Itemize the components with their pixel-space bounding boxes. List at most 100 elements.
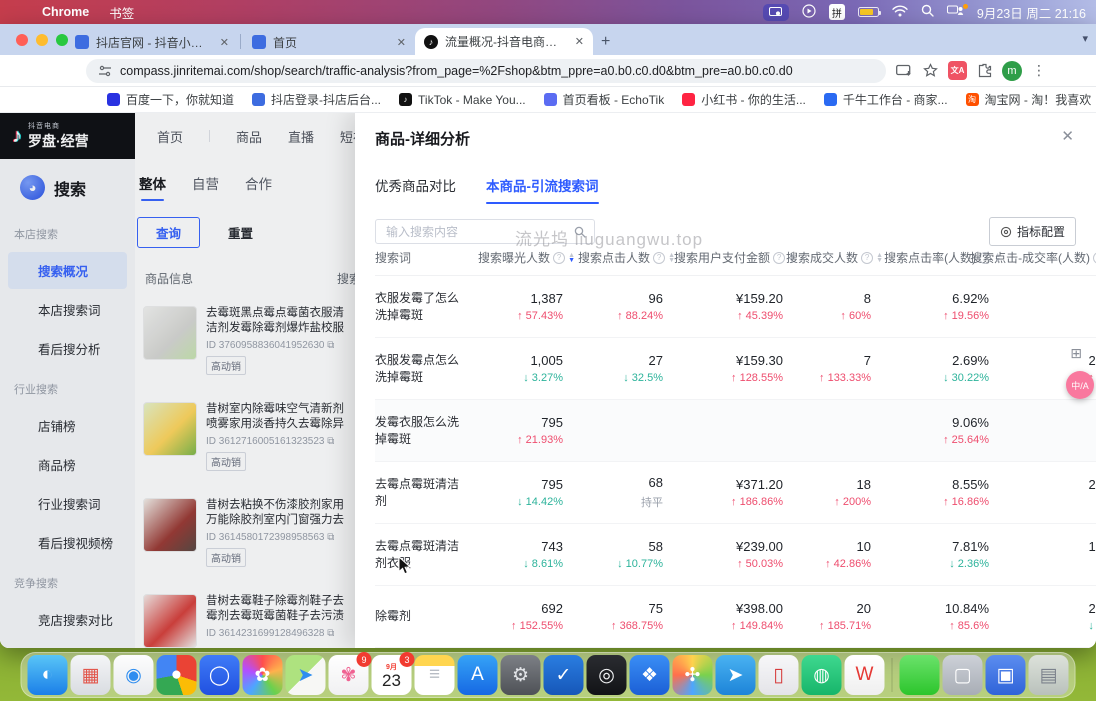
browser-tab[interactable]: ♪ 流量概况-抖音电商罗盘 ✕ [415, 28, 593, 55]
dock-icon-finder[interactable]: ◐ [27, 655, 68, 695]
copy-icon[interactable]: ⧉ [327, 340, 334, 351]
dock-icon-chrome[interactable]: ● [156, 655, 197, 695]
scope-tab-合作[interactable]: 合作 [245, 173, 272, 201]
sidebar-item-行业搜索词[interactable]: 行业搜索词 [8, 485, 127, 522]
dock-icon-quark-browser[interactable]: ◯ [199, 655, 240, 695]
tab-close-icon[interactable]: ✕ [575, 35, 584, 48]
input-method-badge[interactable]: 拼 [828, 4, 845, 20]
floating-translate-button[interactable]: 中/A [1066, 371, 1094, 399]
bookmark-首页看板[interactable]: 首页看板 - EchoTik [537, 89, 672, 110]
tab-close-icon[interactable]: ✕ [397, 36, 406, 49]
sort-icons[interactable]: ▲ ▼ [876, 252, 883, 264]
app-nav-直播[interactable]: 直播 [288, 127, 314, 146]
table-row[interactable]: 衣服发霉点怎么洗掉霉斑 1,005 ↓ 3.27% 27 ↓ 32.5% ¥159.30 ↑… [375, 338, 1096, 400]
column-header-搜索曝光人数[interactable]: 搜索曝光人数? ▲ ▼ [470, 249, 575, 266]
dock-icon-gray-window-app[interactable]: ▢ [942, 655, 983, 695]
site-settings-icon[interactable] [98, 65, 112, 77]
new-tab-button[interactable]: + [601, 33, 610, 51]
app-nav-首页[interactable]: 首页 [157, 127, 183, 146]
query-button[interactable]: 查询 [137, 217, 201, 248]
menu-item-书签[interactable]: 书签 [99, 0, 169, 24]
help-icon[interactable]: ? [653, 251, 666, 264]
dock-icon-360-browser[interactable]: ✿ [242, 655, 283, 695]
translate-extension-icon[interactable]: 文A [948, 61, 967, 80]
help-icon[interactable]: ? [773, 251, 786, 264]
help-icon[interactable]: ? [861, 251, 874, 264]
minimize-window-button[interactable] [36, 34, 48, 46]
close-window-button[interactable] [16, 34, 28, 46]
column-header-搜索点击-成交率(人数)[interactable]: 搜索点击-成交率(人数)?▲▼ [970, 249, 1096, 266]
modal-close-icon[interactable]: ✕ [1061, 127, 1074, 145]
table-row[interactable]: 去霉点霉斑清洁剂 795 ↓ 14.42% 68 持平 ¥371.20 ↑ 186.86% 1… [375, 462, 1096, 524]
keyword-search-input[interactable] [384, 223, 568, 240]
product-list-item[interactable]: 昔树室内除霉味空气清新剂喷雾家用淡香持久去霉除异味去味... ID 3612716… [135, 393, 355, 489]
dock-icon-calendar[interactable]: 9月 23 3 [371, 652, 415, 695]
scope-tab-整体[interactable]: 整体 [139, 173, 166, 201]
sidebar-item-竞店搜索对比[interactable]: 竞店搜索对比 [8, 601, 127, 638]
bookmark-TikT[interactable]: ♪ TikTok - Make You... [392, 91, 533, 109]
copy-icon[interactable]: ⧉ [327, 628, 334, 639]
table-row[interactable]: 衣服发霉了怎么洗掉霉斑 1,387 ↑ 57.43% 96 ↑ 88.24% ¥159.2… [375, 276, 1096, 338]
bookmark-小红书[interactable]: 小红书 - 你的生活... [675, 89, 813, 110]
dock-icon-launchpad[interactable]: ▦ [70, 655, 111, 695]
modal-tab-优秀商品对比[interactable]: 优秀商品对比 [375, 175, 456, 204]
bookmark-千牛工作[interactable]: 千牛工作台 - 商家... [817, 89, 955, 110]
copy-icon[interactable]: ⧉ [327, 532, 334, 543]
reset-button[interactable]: 重置 [222, 222, 259, 243]
sort-desc-icon[interactable]: ▼ [568, 257, 575, 264]
bookmark-淘宝网[interactable]: 淘淘宝网 - 淘！我喜欢 [959, 89, 1096, 110]
bookmark-百度一下[interactable]: 百度一下，你就知道 [100, 89, 241, 110]
bookmark-star-icon[interactable] [923, 63, 938, 78]
dock-icon-messages[interactable] [899, 655, 940, 695]
metric-config-button[interactable]: 指标配置 [988, 217, 1076, 246]
address-bar[interactable]: compass.jinritemai.com/shop/search/traff… [86, 58, 886, 83]
app-nav-商品[interactable]: 商品 [236, 127, 262, 146]
dock-icon-safari[interactable]: ◉ [113, 655, 154, 695]
tab-close-icon[interactable]: ✕ [220, 36, 229, 49]
table-row[interactable]: 发霉衣服怎么洗掉霉斑 795 ↑ 21.93% 9.06% ↑ 25.64% 8↓ [375, 400, 1096, 462]
dock-icon-wps[interactable]: W [844, 655, 885, 695]
dock-icon-photos[interactable]: ✾ 9 [328, 652, 372, 695]
table-row[interactable]: 去霉点霉斑清洁剂衣服 743 ↓ 8.61% 58 ↓ 10.77% ¥239.00 ↑ 5… [375, 524, 1096, 586]
tab-search-chevron-icon[interactable]: ▾ [1082, 32, 1088, 45]
column-config-icon[interactable]: ⊞ [1070, 345, 1082, 362]
bookmark-抖店登录[interactable]: 抖店登录-抖店后台... [245, 89, 388, 110]
column-header-搜索成交人数[interactable]: 搜索成交人数? ▲ ▼ [786, 249, 883, 266]
dock-icon-system-settings[interactable]: ⚙ [500, 655, 541, 695]
help-icon[interactable]: ? [553, 251, 566, 264]
modal-tab-本商品-引流搜索词[interactable]: 本商品-引流搜索词 [486, 175, 599, 204]
apple-menu-icon[interactable] [12, 0, 32, 24]
sidebar-item-看后搜视频榜[interactable]: 看后搜视频榜 [8, 524, 127, 561]
column-header-搜索用户支付金额[interactable]: 搜索用户支付金额? ▲ ▼ [674, 249, 795, 266]
dock-icon-trash[interactable]: ▤ [1028, 655, 1069, 695]
dock-icon-app-store[interactable]: A [457, 655, 498, 695]
wifi-icon[interactable] [892, 4, 908, 20]
sidebar-item-店铺榜[interactable]: 店铺榜 [8, 407, 127, 444]
dock-icon-iphone-mirroring[interactable]: ▯ [758, 655, 799, 695]
compass-logo[interactable]: ♪ 抖音电商 罗盘·经营 [0, 113, 135, 159]
sidebar-item-搜索概况[interactable]: 搜索概况 [8, 252, 127, 289]
product-list-item[interactable]: 去霉斑黑点霉点霉菌衣服清洁剂发霉除霉剂爆炸盐校服净洗衣... ID 3760958… [135, 297, 355, 393]
menu-bar-clock[interactable]: 9月23日 周二 21:16 [977, 3, 1086, 22]
zoom-window-button[interactable] [56, 34, 68, 46]
profile-avatar[interactable]: m [1002, 60, 1022, 81]
dock-icon-send-app[interactable]: ➤ [715, 655, 756, 695]
spotlight-search-icon[interactable] [921, 4, 934, 20]
scope-tab-自营[interactable]: 自营 [192, 173, 219, 201]
sort-desc-icon[interactable]: ▼ [876, 257, 883, 264]
menu-app-name[interactable]: Chrome [32, 0, 99, 24]
save-share-icon[interactable] [896, 64, 913, 78]
column-header-搜索点击人数[interactable]: 搜索点击人数? ▲ ▼ [575, 249, 675, 266]
dock-icon-docs-app[interactable]: ✓ [543, 655, 584, 695]
browser-tab[interactable]: 首页 ✕ [243, 29, 415, 55]
product-list-item[interactable]: 昔树去霉鞋子除霉剂鞋子去霉剂去霉斑霉菌鞋子去污渍神器清... ID 3614231… [135, 585, 355, 648]
sort-icons[interactable]: ▲ ▼ [568, 252, 575, 264]
dock-icon-green-call-app[interactable]: ◍ [801, 655, 842, 695]
screen-record-icon[interactable] [802, 3, 816, 21]
extensions-puzzle-icon[interactable] [977, 63, 992, 78]
sidebar-item-本店搜索词[interactable]: 本店搜索词 [8, 291, 127, 328]
copy-icon[interactable]: ⧉ [327, 436, 334, 447]
dock-icon-capcut[interactable]: ◎ [586, 655, 627, 695]
dock-icon-maps[interactable]: ➤ [285, 655, 326, 695]
browser-menu-icon[interactable]: ⋮ [1032, 62, 1046, 79]
